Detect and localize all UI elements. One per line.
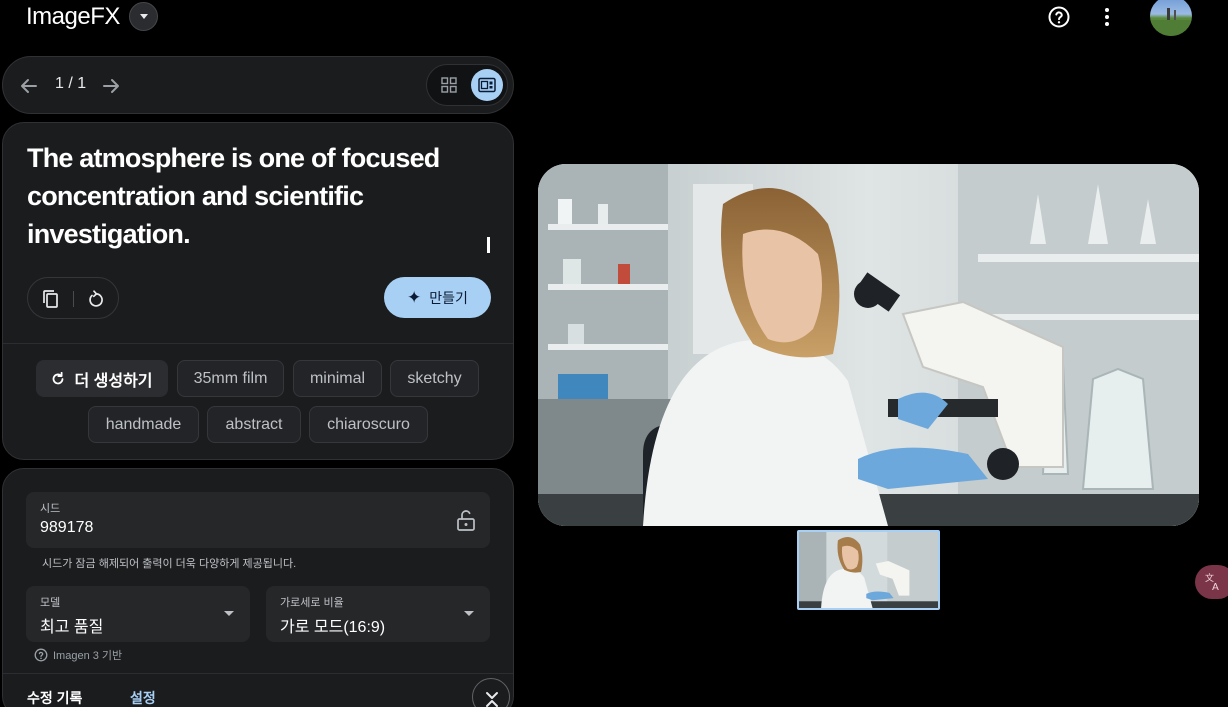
caret-down-icon — [139, 14, 148, 19]
model-value: 최고 품질 — [40, 619, 104, 636]
translate-button[interactable]: 文 A — [1195, 565, 1228, 599]
style-chip-handmade[interactable]: handmade — [88, 406, 199, 443]
generated-image[interactable] — [538, 164, 1199, 526]
view-toggle — [426, 64, 508, 106]
arrow-forward-icon[interactable] — [99, 74, 123, 98]
seed-value: 989178 — [40, 519, 94, 536]
create-button[interactable]: ✦ 만들기 — [384, 277, 491, 318]
single-view-button[interactable] — [471, 69, 503, 101]
image-thumbnail[interactable] — [797, 530, 940, 610]
refresh-icon — [53, 371, 64, 384]
reset-icon[interactable] — [85, 288, 107, 310]
dropdown-arrow-icon — [224, 611, 234, 616]
aspect-ratio-label: 가로세로 비율 — [280, 597, 344, 609]
collapse-button[interactable] — [472, 678, 510, 707]
sparkle-icon: ✦ — [407, 288, 422, 307]
svg-text:A: A — [1212, 582, 1219, 593]
pager-bar: 1 / 1 — [2, 56, 514, 114]
page-count: 1 / 1 — [55, 75, 87, 92]
app-title[interactable]: ImageFX — [26, 3, 120, 31]
grid-view-button[interactable] — [433, 69, 465, 101]
prompt-tools — [27, 277, 119, 319]
settings-card: 시드 989178 시드가 잠금 해제되어 출력이 더욱 다양하게 제공됩니다.… — [2, 468, 514, 707]
app-switcher-dropdown[interactable] — [129, 2, 158, 31]
single-view-icon — [478, 77, 496, 93]
generate-more-label: 더 생성하기 — [74, 372, 153, 390]
tab-settings[interactable]: 설정 — [130, 688, 156, 707]
aspect-ratio-select[interactable]: 가로세로 비율 가로 모드(16:9) — [266, 586, 490, 642]
prompt-editor[interactable]: The atmosphere is one of focused concent… — [27, 139, 487, 253]
lab-scientist-image — [538, 164, 1199, 526]
seed-note: 시드가 잠금 해제되어 출력이 더욱 다양하게 제공됩니다. — [42, 558, 297, 570]
arrow-back-icon[interactable] — [17, 74, 41, 98]
dropdown-arrow-icon — [464, 611, 474, 616]
model-note: Imagen 3 기반 — [34, 647, 122, 663]
prompt-card: The atmosphere is one of focused concent… — [2, 122, 514, 460]
more-vert-icon[interactable] — [1096, 5, 1118, 29]
thumbnail-image — [799, 532, 938, 608]
grid-view-icon — [441, 77, 457, 93]
model-label: 모델 — [40, 597, 61, 609]
create-button-label: 만들기 — [429, 289, 468, 306]
model-note-text: Imagen 3 기반 — [53, 650, 123, 662]
help-small-icon[interactable] — [34, 648, 48, 662]
style-chip-chiaroscuro[interactable]: chiaroscuro — [309, 406, 428, 443]
text-cursor — [487, 237, 490, 253]
translate-icon: 文 A — [1205, 572, 1219, 593]
app-header: ImageFX — [0, 0, 1228, 36]
style-chip-abstract[interactable]: abstract — [207, 406, 301, 443]
style-chip-minimal[interactable]: minimal — [293, 360, 382, 397]
seed-field[interactable]: 시드 989178 — [26, 492, 490, 548]
divider — [3, 343, 513, 344]
aspect-ratio-value: 가로 모드(16:9) — [280, 619, 386, 636]
model-select[interactable]: 모델 최고 품질 — [26, 586, 250, 642]
unfold-icon — [486, 692, 498, 707]
style-chip-35mm-film[interactable]: 35mm film — [177, 360, 284, 397]
avatar[interactable] — [1150, 0, 1192, 36]
copy-icon[interactable] — [40, 288, 62, 310]
help-icon[interactable] — [1047, 5, 1071, 29]
seed-label: 시드 — [40, 503, 61, 515]
divider — [3, 673, 513, 674]
tools-divider — [73, 291, 74, 307]
lock-open-icon[interactable] — [456, 509, 476, 531]
generate-more-chip[interactable]: 더 생성하기 — [36, 360, 168, 397]
tab-history[interactable]: 수정 기록 — [27, 688, 82, 707]
style-chip-sketchy[interactable]: sketchy — [390, 360, 479, 397]
